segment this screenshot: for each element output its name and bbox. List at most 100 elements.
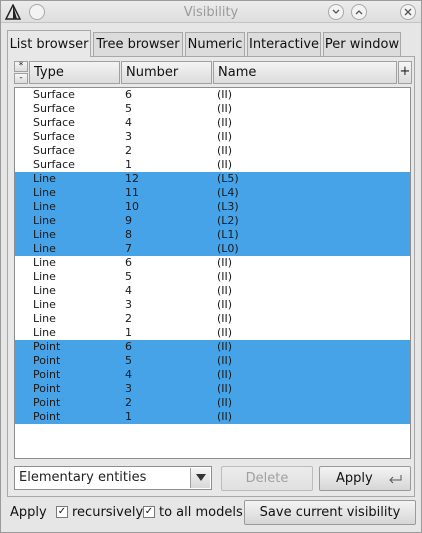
list-item-number: 4 xyxy=(125,368,132,381)
list-item-type: Line xyxy=(33,270,56,283)
column-header-number[interactable]: Number xyxy=(121,61,212,84)
list-item-name: (L3) xyxy=(217,200,239,213)
list-item-type: Point xyxy=(33,410,61,423)
list-item[interactable]: Line 12 (L5) xyxy=(15,172,410,186)
list-item-name: (II) xyxy=(217,116,233,129)
title-bar[interactable]: Visibility xyxy=(1,1,421,23)
list-item-name: (L4) xyxy=(217,186,239,199)
list-item-number: 2 xyxy=(125,312,132,325)
list-item-number: 3 xyxy=(125,298,132,311)
tab-per-window[interactable]: Per window xyxy=(323,32,401,56)
dropdown-arrow-icon[interactable] xyxy=(190,468,210,488)
list-item-type: Line xyxy=(33,228,56,241)
tab-tree-browser[interactable]: Tree browser xyxy=(93,32,183,56)
list-item-name: (II) xyxy=(217,326,233,339)
list-item[interactable]: Line 7 (L0) xyxy=(15,242,410,256)
list-item[interactable]: Line 9 (L2) xyxy=(15,214,410,228)
list-item[interactable]: Line 8 (L1) xyxy=(15,228,410,242)
entity-type-select[interactable]: Elementary entities xyxy=(14,466,212,490)
list-item[interactable]: Surface 4 (II) xyxy=(15,116,410,130)
delete-button[interactable]: Delete xyxy=(221,466,313,491)
list-item-type: Surface xyxy=(33,102,75,115)
to-all-models-checkbox[interactable]: ✓ xyxy=(143,506,155,518)
column-header-type[interactable]: Type xyxy=(29,61,120,84)
list-item-name: (II) xyxy=(217,88,233,101)
deselect-all-button[interactable]: - xyxy=(14,73,28,84)
list-item-number: 6 xyxy=(125,88,132,101)
list-item-type: Line xyxy=(33,172,56,185)
list-item[interactable]: Point 6 (II) xyxy=(15,340,410,354)
list-item[interactable]: Line 2 (II) xyxy=(15,312,410,326)
recursively-label: recursively xyxy=(72,505,144,520)
list-item[interactable]: Surface 6 (II) xyxy=(15,88,410,102)
list-item-type: Surface xyxy=(33,116,75,129)
list-item[interactable]: Surface 1 (II) xyxy=(15,158,410,172)
list-item-number: 2 xyxy=(125,396,132,409)
list-item[interactable]: Point 3 (II) xyxy=(15,382,410,396)
list-item[interactable]: Surface 3 (II) xyxy=(15,130,410,144)
list-item-type: Line xyxy=(33,298,56,311)
list-item[interactable]: Line 11 (L4) xyxy=(15,186,410,200)
tab-numeric[interactable]: Numeric xyxy=(185,32,245,56)
list-item-number: 5 xyxy=(125,102,132,115)
apply-button-label: Apply xyxy=(336,471,373,486)
list-item[interactable]: Point 2 (II) xyxy=(15,396,410,410)
recursively-checkbox[interactable]: ✓ xyxy=(56,506,68,518)
tab-list-browser[interactable]: List browser xyxy=(7,30,91,57)
list-item-number: 11 xyxy=(125,186,139,199)
close-icon[interactable] xyxy=(400,4,416,20)
list-item-type: Line xyxy=(33,326,56,339)
list-item-type: Point xyxy=(33,340,61,353)
list-item-type: Line xyxy=(33,186,56,199)
list-item-type: Line xyxy=(33,312,56,325)
list-item[interactable]: Point 4 (II) xyxy=(15,368,410,382)
to-all-models-label: to all models xyxy=(159,505,243,520)
list-item[interactable]: Point 1 (II) xyxy=(15,410,410,424)
return-key-icon xyxy=(388,473,402,488)
expand-list-button[interactable]: + xyxy=(398,61,412,84)
list-item-type: Surface xyxy=(33,158,75,171)
list-item-name: (II) xyxy=(217,354,233,367)
maximize-icon[interactable] xyxy=(351,4,367,20)
entity-list[interactable]: Surface 6 (II) Surface 5 (II) Surface 4 (II) Surf… xyxy=(14,87,411,459)
list-item[interactable]: Point 5 (II) xyxy=(15,354,410,368)
list-item[interactable]: Line 4 (II) xyxy=(15,284,410,298)
list-item-name: (II) xyxy=(217,130,233,143)
list-item[interactable]: Line 1 (II) xyxy=(15,326,410,340)
list-item[interactable]: Surface 5 (II) xyxy=(15,102,410,116)
list-item-number: 5 xyxy=(125,354,132,367)
footer-apply-label: Apply xyxy=(10,505,47,520)
list-item-type: Surface xyxy=(33,144,75,157)
list-item-name: (II) xyxy=(217,312,233,325)
list-item[interactable]: Line 3 (II) xyxy=(15,298,410,312)
list-item-number: 10 xyxy=(125,200,139,213)
list-item-name: (II) xyxy=(217,396,233,409)
list-item[interactable]: Surface 2 (II) xyxy=(15,144,410,158)
select-all-button[interactable]: * xyxy=(14,61,28,72)
list-item-number: 8 xyxy=(125,228,132,241)
list-item[interactable]: Line 5 (II) xyxy=(15,270,410,284)
column-header-name[interactable]: Name xyxy=(213,61,397,84)
list-item-name: (II) xyxy=(217,298,233,311)
list-item[interactable]: Line 6 (II) xyxy=(15,256,410,270)
list-item-name: (II) xyxy=(217,382,233,395)
entity-type-select-value: Elementary entities xyxy=(19,470,147,485)
visibility-window: Visibility List browser Tree browser Num… xyxy=(0,0,422,533)
tab-interactive[interactable]: Interactive xyxy=(247,32,321,56)
list-item-name: (II) xyxy=(217,158,233,171)
list-item-number: 7 xyxy=(125,242,132,255)
list-item-name: (II) xyxy=(217,284,233,297)
list-item-number: 4 xyxy=(125,284,132,297)
save-visibility-button[interactable]: Save current visibility xyxy=(244,500,416,525)
list-item-name: (L2) xyxy=(217,214,239,227)
list-item-type: Line xyxy=(33,242,56,255)
minimize-icon[interactable] xyxy=(328,4,344,20)
list-item-number: 9 xyxy=(125,214,132,227)
list-item-type: Line xyxy=(33,214,56,227)
list-item[interactable]: Line 10 (L3) xyxy=(15,200,410,214)
apply-button[interactable]: Apply xyxy=(319,466,411,491)
list-item-name: (II) xyxy=(217,340,233,353)
list-item-name: (II) xyxy=(217,144,233,157)
list-item-type: Surface xyxy=(33,88,75,101)
list-item-name: (II) xyxy=(217,102,233,115)
